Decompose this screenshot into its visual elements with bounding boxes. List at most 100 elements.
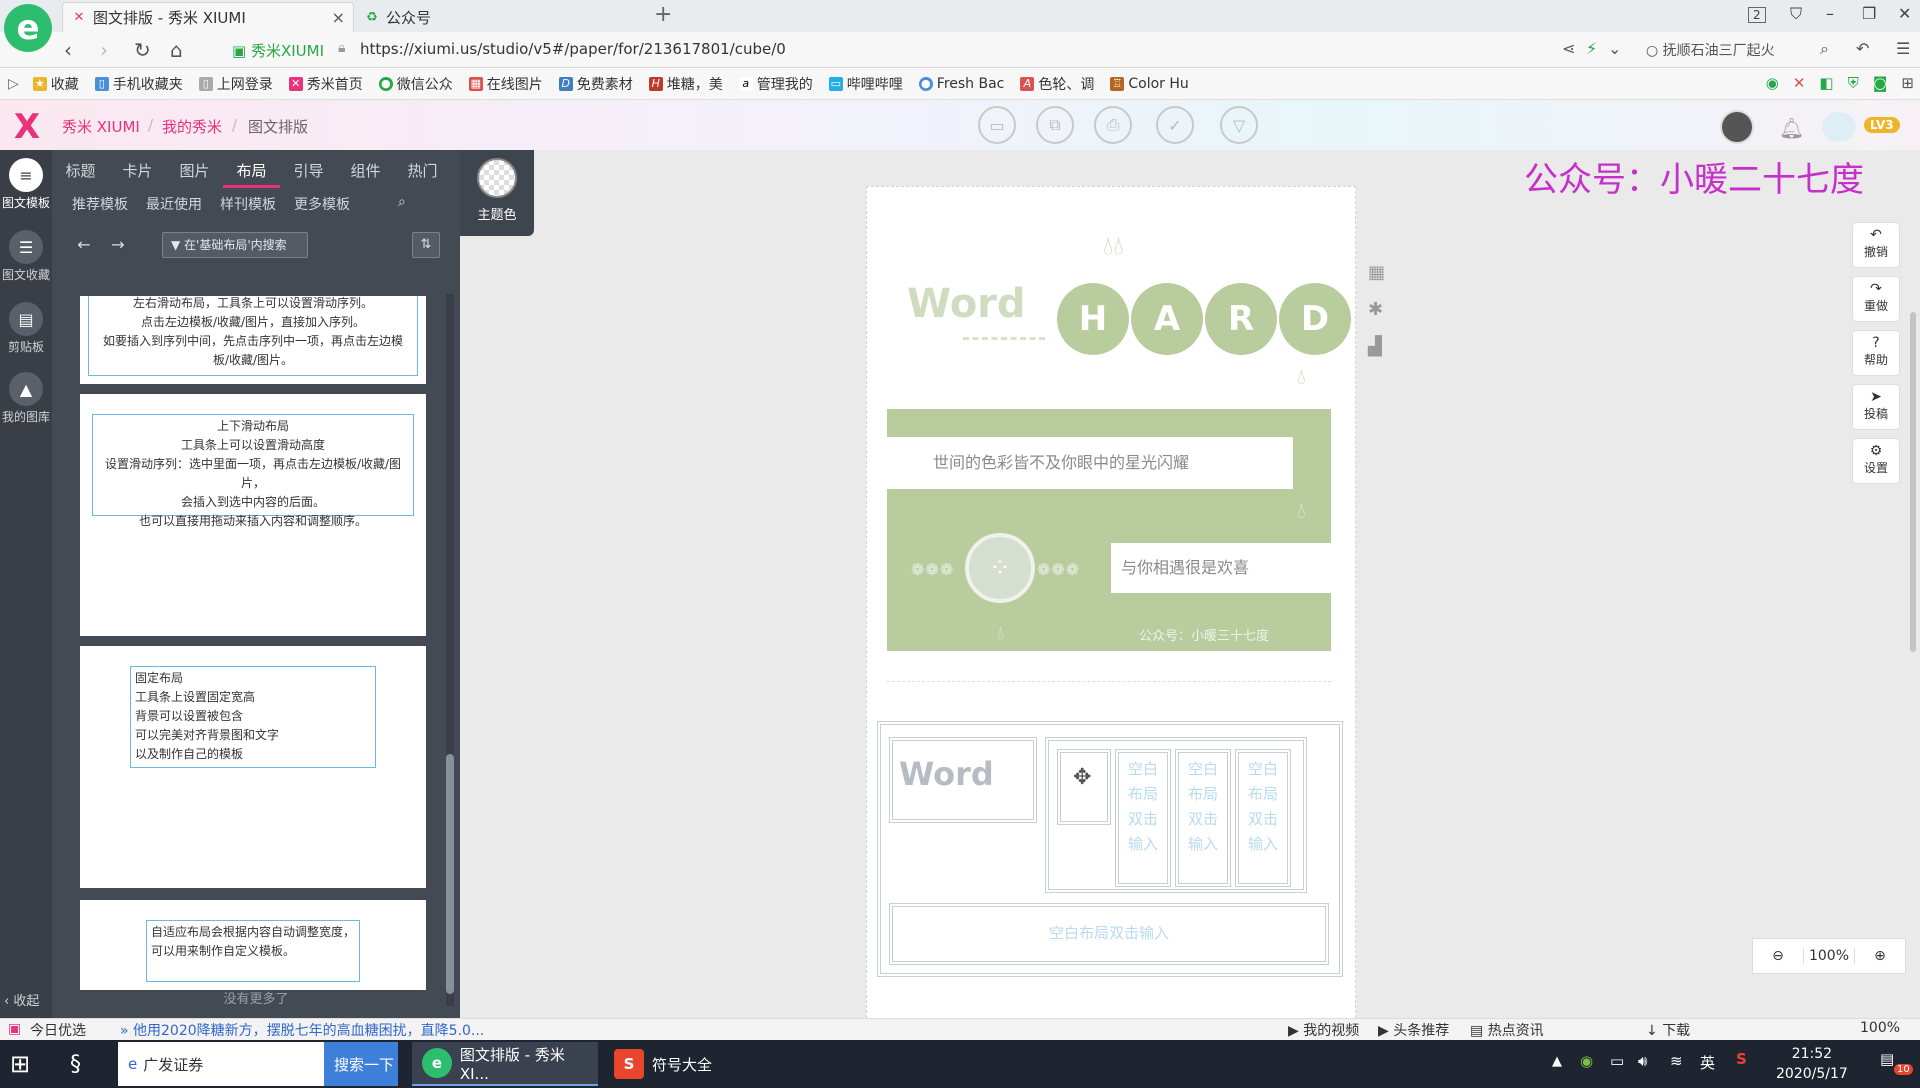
skin-icon[interactable]: ⛉ <box>1790 4 1802 24</box>
breadcrumb-xiumi[interactable]: 秀米 XIUMI <box>62 116 140 137</box>
tab-guide[interactable]: 引导 <box>280 158 337 188</box>
grid-icon[interactable]: ⊞ <box>1901 74 1914 92</box>
app-360-icon[interactable]: § <box>60 1042 110 1086</box>
extension-icon[interactable]: ◉ <box>1766 74 1779 92</box>
game-icon[interactable]: ◙ <box>1873 74 1888 92</box>
search-icon[interactable]: ⌕ <box>398 194 406 220</box>
tab-hot[interactable]: 热门 <box>394 158 451 188</box>
bookmark-item[interactable]: a 管理我的 <box>738 74 813 94</box>
move-icon[interactable]: ✥ <box>1073 765 1091 790</box>
windows-start-icon[interactable]: ⊞ <box>0 1042 44 1086</box>
ime-indicator[interactable]: 英 <box>1700 1052 1715 1073</box>
scrollbar-thumb[interactable] <box>446 754 454 994</box>
search-suggestion[interactable]: ○ 抚顺石油三厂起火 <box>1646 40 1775 60</box>
editor-paper[interactable]: 💧︎💧︎ Word H A R D 💧︎ 世间的色彩皆不及你眼中的星光闪耀 💧︎… <box>866 186 1356 1028</box>
collapse-button[interactable]: ‹ 收起 <box>4 990 39 1009</box>
status-link-video[interactable]: ▶ 我的视频 <box>1288 1020 1359 1040</box>
sidebar-toggle-icon[interactable]: ▷ <box>8 76 19 92</box>
back-icon[interactable]: ‹ <box>64 38 72 62</box>
cloud-avatar-icon[interactable] <box>1822 112 1856 142</box>
share-icon[interactable]: ⋖ <box>1562 39 1575 58</box>
avatar[interactable] <box>1720 110 1754 144</box>
tab-close-icon[interactable]: × <box>332 8 345 27</box>
panel-scrollbar[interactable] <box>446 294 454 1006</box>
blank-column[interactable]: 空白 布局 双击 输入 <box>1235 749 1291 887</box>
bookmark-item[interactable]: ▯ 手机收藏夹 <box>94 74 183 94</box>
bookmark-item[interactable]: ● 微信公众 <box>378 74 453 94</box>
article-block-2[interactable]: Word ✥ 空白 布局 双击 输入 空白 布局 双击 输入 空白 布局 双击 <box>877 721 1343 977</box>
settings-button[interactable]: ⚙ 设置 <box>1852 438 1900 484</box>
close-window-icon[interactable]: ✕ <box>1898 4 1911 23</box>
save-as-icon[interactable]: ⧉ <box>1036 106 1074 144</box>
sort-icon[interactable]: ⇅ <box>412 232 440 258</box>
bookmark-item[interactable]: A 色轮、调 <box>1020 74 1094 94</box>
bookmark-item[interactable]: ▯ 上网登录 <box>198 74 273 94</box>
sidebar-item-favorites[interactable]: ☰ 图文收藏 <box>0 230 52 283</box>
blank-column[interactable]: 空白 布局 双击 输入 <box>1115 749 1171 887</box>
news-ticker[interactable]: » 他用2020降糖新方，摆脱七年的高血糖困扰，直降5.0... <box>120 1020 484 1040</box>
battery-icon[interactable]: ▭ <box>1610 1052 1624 1070</box>
bolt-icon[interactable]: ⚡ <box>1586 39 1597 58</box>
home-icon[interactable]: ⌂ <box>170 38 183 62</box>
tray-arrow-icon[interactable]: ▲ <box>1552 1054 1562 1069</box>
tab-title[interactable]: 标题 <box>52 158 109 188</box>
sidebar-item-clipboard[interactable]: ▤ 剪贴板 <box>0 302 52 355</box>
breadcrumb-my-xiumi[interactable]: 我的秀米 <box>162 116 222 137</box>
print-icon[interactable]: ⎙ <box>1094 106 1132 144</box>
tab-image[interactable]: 图片 <box>166 158 223 188</box>
bookmark-item[interactable]: ★ 收藏 <box>32 74 79 94</box>
list-item[interactable]: 固定布局 工具条上设置固定宽高 背景可以设置被包含 可以完美对齐背景图和文字 以… <box>80 646 426 888</box>
minimize-icon[interactable]: – <box>1826 4 1834 23</box>
today-pick[interactable]: 今日优选 <box>30 1020 86 1040</box>
wifi-icon[interactable]: ≋ <box>1670 1052 1683 1070</box>
redo-button[interactable]: ↷ 重做 <box>1852 276 1900 322</box>
clock[interactable]: 21:52 2020/5/17 <box>1776 1044 1848 1084</box>
taskbar-search[interactable]: e 广发证券 <box>118 1042 324 1086</box>
bookmark-item[interactable]: ● Fresh Bac <box>918 76 1004 92</box>
status-zoom[interactable]: 100% <box>1860 1020 1900 1036</box>
open-folder-icon[interactable]: ▭ <box>978 106 1016 144</box>
drag-cell[interactable]: ✥ <box>1057 749 1111 825</box>
new-tab-button[interactable]: + <box>654 2 672 27</box>
chevron-down-icon[interactable]: ⌄ <box>1608 39 1621 58</box>
next-arrow-icon[interactable]: → <box>104 230 132 260</box>
undo-button[interactable]: ↶ 撤销 <box>1852 222 1900 268</box>
article-block-1[interactable]: 💧︎💧︎ Word H A R D 💧︎ 世间的色彩皆不及你眼中的星光闪耀 💧︎… <box>867 187 1355 687</box>
bell-icon[interactable]: 🔔︎ <box>1779 116 1804 140</box>
bookmark-item[interactable]: ✕ 秀米首页 <box>288 74 363 94</box>
search-icon[interactable]: ⌕ <box>1820 39 1829 59</box>
bookmark-item[interactable]: D 免费素材 <box>558 74 633 94</box>
reload-icon[interactable]: ↻ <box>134 38 151 62</box>
xiumi-logo[interactable]: X <box>8 108 46 146</box>
submit-button[interactable]: ➤ 投稿 <box>1852 384 1900 430</box>
tab-count-badge[interactable]: 2 <box>1748 7 1766 23</box>
tab-component[interactable]: 组件 <box>337 158 394 188</box>
bookmark-item[interactable]: ▦ 在线图片 <box>468 74 543 94</box>
sidebar-item-gallery[interactable]: ▲ 我的图库 <box>0 372 52 425</box>
extension-icon[interactable]: ✕ <box>1793 74 1806 92</box>
bookmark-item[interactable]: H 堆糖，美 <box>648 74 723 94</box>
undo-close-icon[interactable]: ↶ <box>1856 39 1869 58</box>
taskbar-symbols-window[interactable]: S 符号大全 <box>604 1042 800 1086</box>
blank-column[interactable]: 空白 布局 双击 输入 <box>1175 749 1231 887</box>
search-button[interactable]: 搜索一下 <box>324 1042 398 1086</box>
canvas-scrollbar[interactable] <box>1910 312 1916 652</box>
restore-icon[interactable]: ❐ <box>1862 4 1876 23</box>
help-button[interactable]: ? 帮助 <box>1852 330 1900 376</box>
zoom-out-icon[interactable]: ⊖ <box>1753 948 1803 964</box>
tab-xiumi[interactable]: ✕ 图文排版 - 秀米 XIUMI × <box>62 2 354 32</box>
asterisk-icon[interactable]: ✱ <box>1368 299 1385 320</box>
tray-360-icon[interactable]: ◉ <box>1580 1052 1593 1070</box>
bookmark-item[interactable]: ♖ Color Hu <box>1110 76 1189 92</box>
url-field[interactable]: https://xiumi.us/studio/v5#/paper/for/21… <box>360 40 786 58</box>
blank-row-placeholder[interactable]: 空白布局双击输入 <box>889 903 1329 965</box>
column-group[interactable]: ✥ 空白 布局 双击 输入 空白 布局 双击 输入 空白 布局 双击 输入 <box>1045 737 1307 893</box>
subtab-more[interactable]: 更多模板 <box>294 194 350 220</box>
menu-icon[interactable]: ☰ <box>1896 39 1910 58</box>
forward-icon[interactable]: › <box>100 38 108 62</box>
sidebar-item-templates[interactable]: ≡ 图文模板 <box>0 158 52 211</box>
list-item[interactable]: 自适应布局会根据内容自动调整宽度， 可以用来制作自定义模板。 <box>80 900 426 990</box>
list-item[interactable]: 左右滑动布局，工具条上可以设置滑动序列。 点击左边模板/收藏/图片，直接加入序列… <box>80 296 426 384</box>
zoom-in-icon[interactable]: ⊕ <box>1855 948 1905 964</box>
theme-color-button[interactable]: 主题色 <box>460 150 534 236</box>
